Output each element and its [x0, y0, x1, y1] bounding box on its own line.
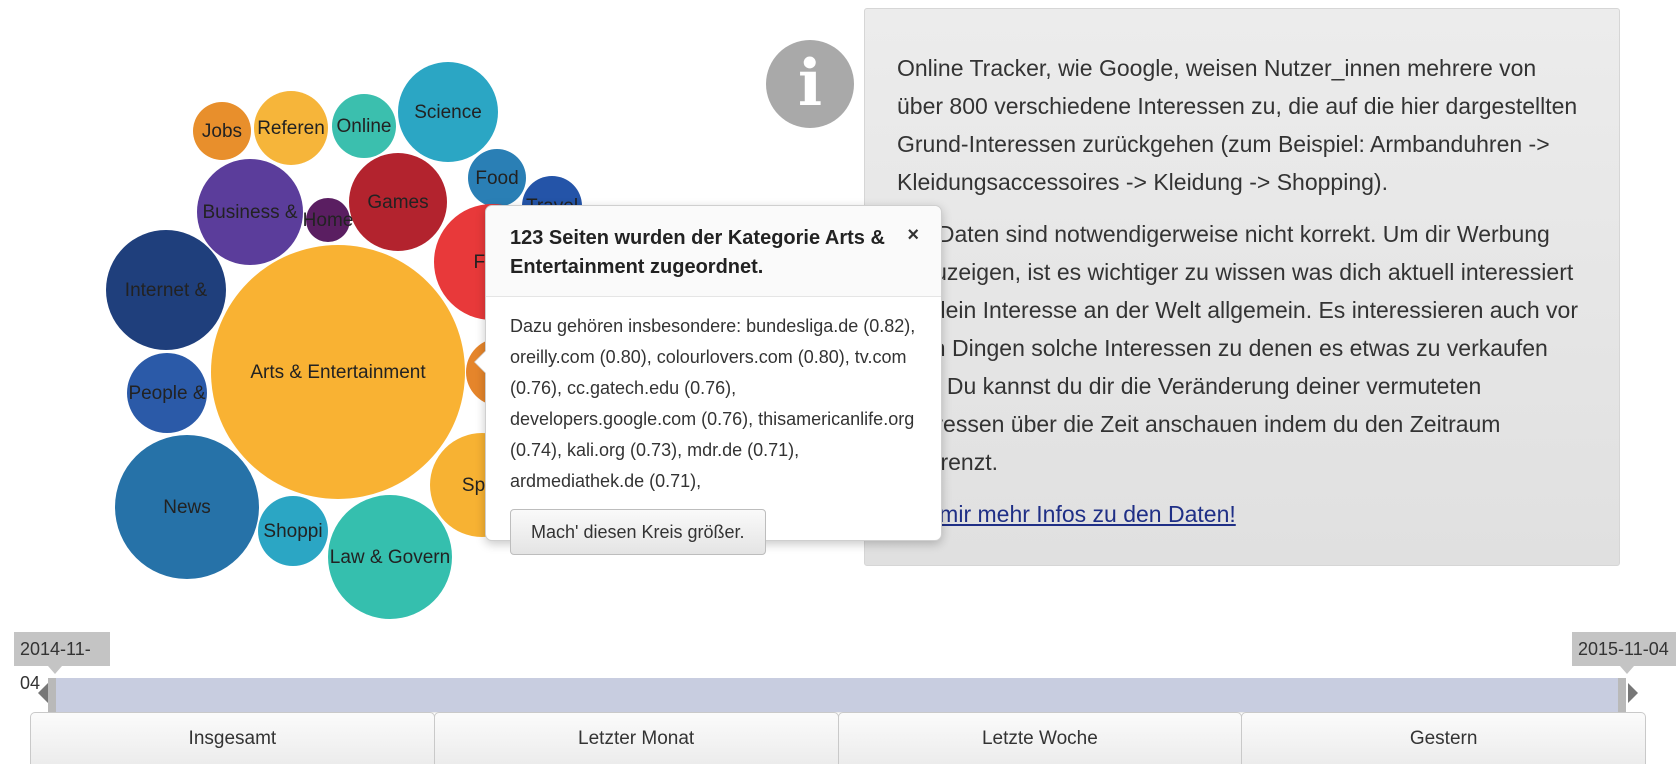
enlarge-circle-button[interactable]: Mach' diesen Kreis größer.	[510, 509, 766, 555]
slider-right-arrow-icon[interactable]	[1628, 683, 1638, 703]
period-button-group: Insgesamt Letzter Monat Letzte Woche Ges…	[30, 712, 1646, 764]
popover-body: Dazu gehören insbesondere: bundesliga.de…	[486, 297, 941, 555]
period-button-total[interactable]: Insgesamt	[30, 712, 435, 764]
period-button-yesterday[interactable]: Gestern	[1241, 712, 1646, 764]
period-button-last-week[interactable]: Letzte Woche	[837, 712, 1243, 764]
slider-end-handle[interactable]	[1618, 678, 1626, 714]
bubble-label: People &	[128, 383, 205, 404]
popover-title: 123 Seiten wurden der Kategorie Arts & E…	[486, 206, 941, 297]
info-paragraph-2: Die Daten sind notwendigerweise nicht ko…	[897, 221, 1578, 475]
info-paragraph-1: Online Tracker, wie Google, weisen Nutze…	[897, 55, 1578, 195]
period-button-last-month[interactable]: Letzter Monat	[433, 712, 839, 764]
bubble-label: News	[163, 497, 211, 518]
popover-site-list: Dazu gehören insbesondere: bundesliga.de…	[510, 316, 916, 491]
bubble-label: Games	[367, 192, 428, 213]
info-icon: i	[766, 40, 854, 128]
bubble-label: Food	[475, 168, 518, 189]
timeline-start-date: 2014-11-04	[14, 632, 110, 693]
bubble-label: Home	[303, 210, 354, 231]
bubble-label: Business &	[202, 202, 297, 223]
bubble-label: Law & Govern	[330, 547, 450, 568]
slider-left-arrow-icon[interactable]	[38, 683, 48, 703]
category-popover: 123 Seiten wurden der Kategorie Arts & E…	[474, 205, 942, 555]
bubble-label: Referen	[257, 118, 325, 139]
bubble-label: Science	[414, 102, 482, 123]
info-panel: Online Tracker, wie Google, weisen Nutze…	[864, 8, 1620, 566]
bubble-label: Internet &	[125, 280, 208, 301]
popover-arrow	[474, 350, 486, 374]
info-text: Online Tracker, wie Google, weisen Nutze…	[897, 49, 1587, 547]
slider-start-handle[interactable]	[48, 678, 56, 714]
bubble-label: Arts & Entertainment	[250, 362, 426, 383]
bubble-label: Jobs	[202, 121, 242, 142]
close-icon[interactable]: ×	[907, 224, 919, 247]
bubble-label: Online	[337, 116, 392, 137]
more-info-link[interactable]: Gib mir mehr Infos zu den Daten!	[897, 501, 1236, 527]
timeline-selected-range[interactable]	[54, 678, 1620, 712]
timeline-end-date: 2015-11-04	[1572, 632, 1676, 674]
bubble-label: Shoppi	[263, 521, 322, 542]
